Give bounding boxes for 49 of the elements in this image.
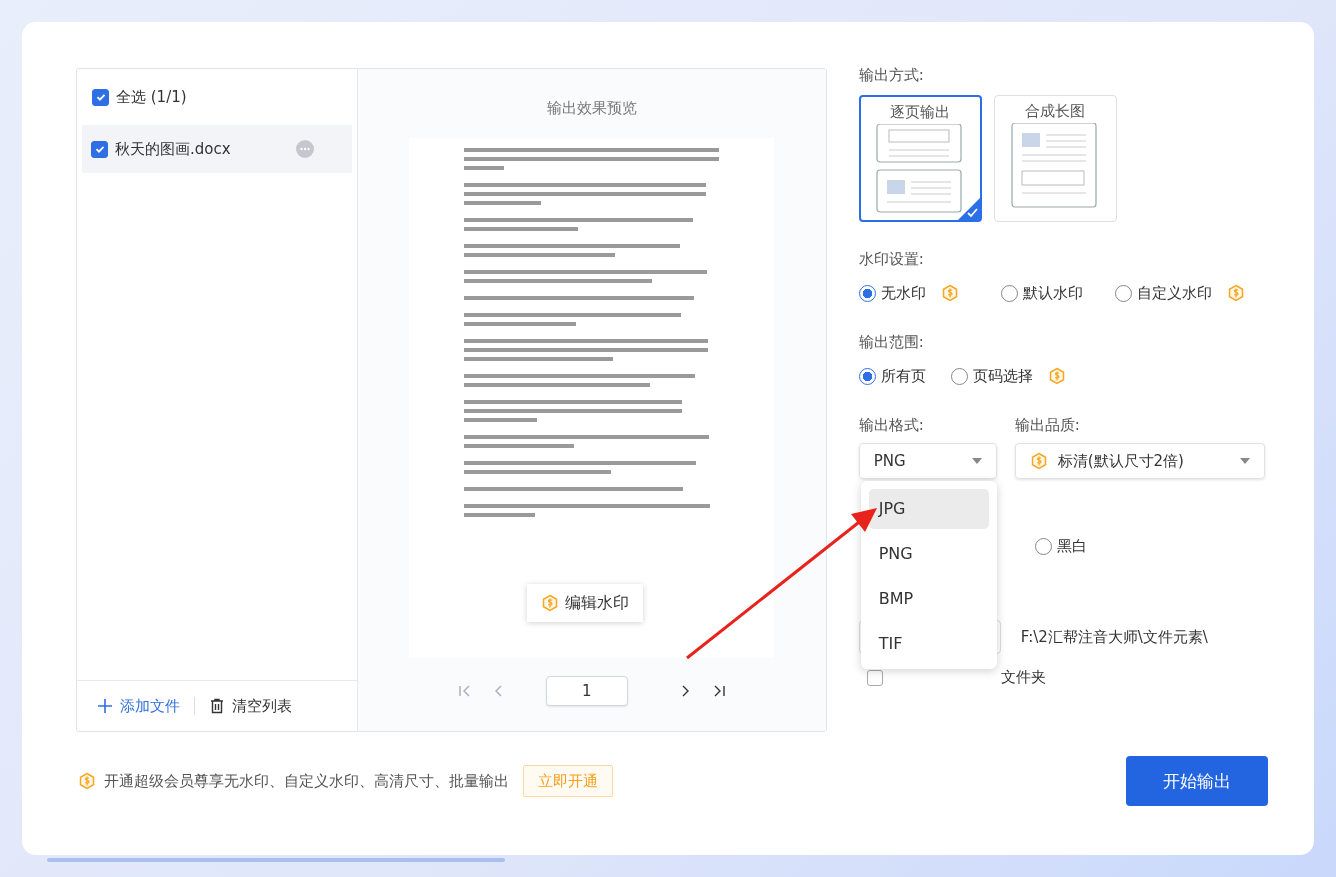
radio-button[interactable] xyxy=(858,284,876,302)
menu-item[interactable]: PNG xyxy=(868,534,989,574)
page-number-field[interactable]: 1 xyxy=(545,676,628,706)
preview-title: 输出效果预览 xyxy=(546,99,637,118)
promo-text: 开通超级会员尊享无水印、自定义水印、高清尺寸、批量输出 xyxy=(104,771,509,791)
trash-icon xyxy=(209,698,225,714)
radio-button[interactable] xyxy=(950,367,968,385)
plus-icon xyxy=(97,698,113,714)
radio-label: 黑白 xyxy=(1056,537,1087,556)
selected-check-icon xyxy=(957,198,980,220)
radio-button[interactable] xyxy=(1114,284,1132,302)
section-label: 输出品质: xyxy=(1014,416,1081,435)
checkbox[interactable] xyxy=(91,140,108,158)
output-path: F:\2汇帮注音大师\文件元素\ xyxy=(1020,627,1208,647)
file-item[interactable]: 秋天的图画.docx xyxy=(82,125,352,173)
coin-icon xyxy=(78,772,96,790)
coin-icon xyxy=(541,594,560,612)
start-output-button[interactable]: 开始输出 xyxy=(1126,756,1268,806)
edit-watermark-button[interactable]: 编辑水印 xyxy=(527,584,644,622)
radio-button[interactable] xyxy=(858,367,876,385)
first-page-icon[interactable] xyxy=(457,684,472,698)
menu-item[interactable]: BMP xyxy=(868,579,989,619)
file-name: 秋天的图画.docx xyxy=(115,139,232,159)
section-label: 输出格式: xyxy=(858,416,925,435)
radio-label: 自定义水印 xyxy=(1136,283,1212,303)
dropdown-arrow-icon xyxy=(971,458,982,464)
section-label: 输出范围: xyxy=(858,333,925,352)
section-label: 输出方式: xyxy=(858,66,925,85)
more-icon[interactable] xyxy=(296,140,314,158)
select-all-label: 全选 (1/1) xyxy=(116,87,187,107)
radio-label: 所有页 xyxy=(880,366,926,386)
radio-button[interactable] xyxy=(1000,284,1018,302)
radio-label: 页码选择 xyxy=(972,366,1033,386)
checkbox[interactable] xyxy=(92,88,109,106)
scrollbar[interactable] xyxy=(47,858,505,862)
clear-list-button[interactable]: 清空列表 xyxy=(209,694,292,718)
dropdown-arrow-icon xyxy=(1239,458,1250,464)
radio-label: 默认水印 xyxy=(1022,283,1083,303)
format-select[interactable]: PNG xyxy=(858,443,997,479)
radio-label: 无水印 xyxy=(880,283,926,303)
output-mode-option[interactable]: 逐页输出 xyxy=(858,95,982,222)
menu-item[interactable]: TIF xyxy=(868,624,989,664)
output-mode-option[interactable]: 合成长图 xyxy=(993,95,1117,222)
checkbox-label: 文件夹 xyxy=(1000,668,1046,687)
add-file-button[interactable]: 添加文件 xyxy=(97,694,180,718)
quality-select[interactable]: 标清(默认尺寸2倍) xyxy=(1014,443,1265,479)
menu-item[interactable]: JPG xyxy=(868,489,989,529)
section-label: 水印设置: xyxy=(858,250,925,269)
radio-button[interactable] xyxy=(1034,538,1052,555)
